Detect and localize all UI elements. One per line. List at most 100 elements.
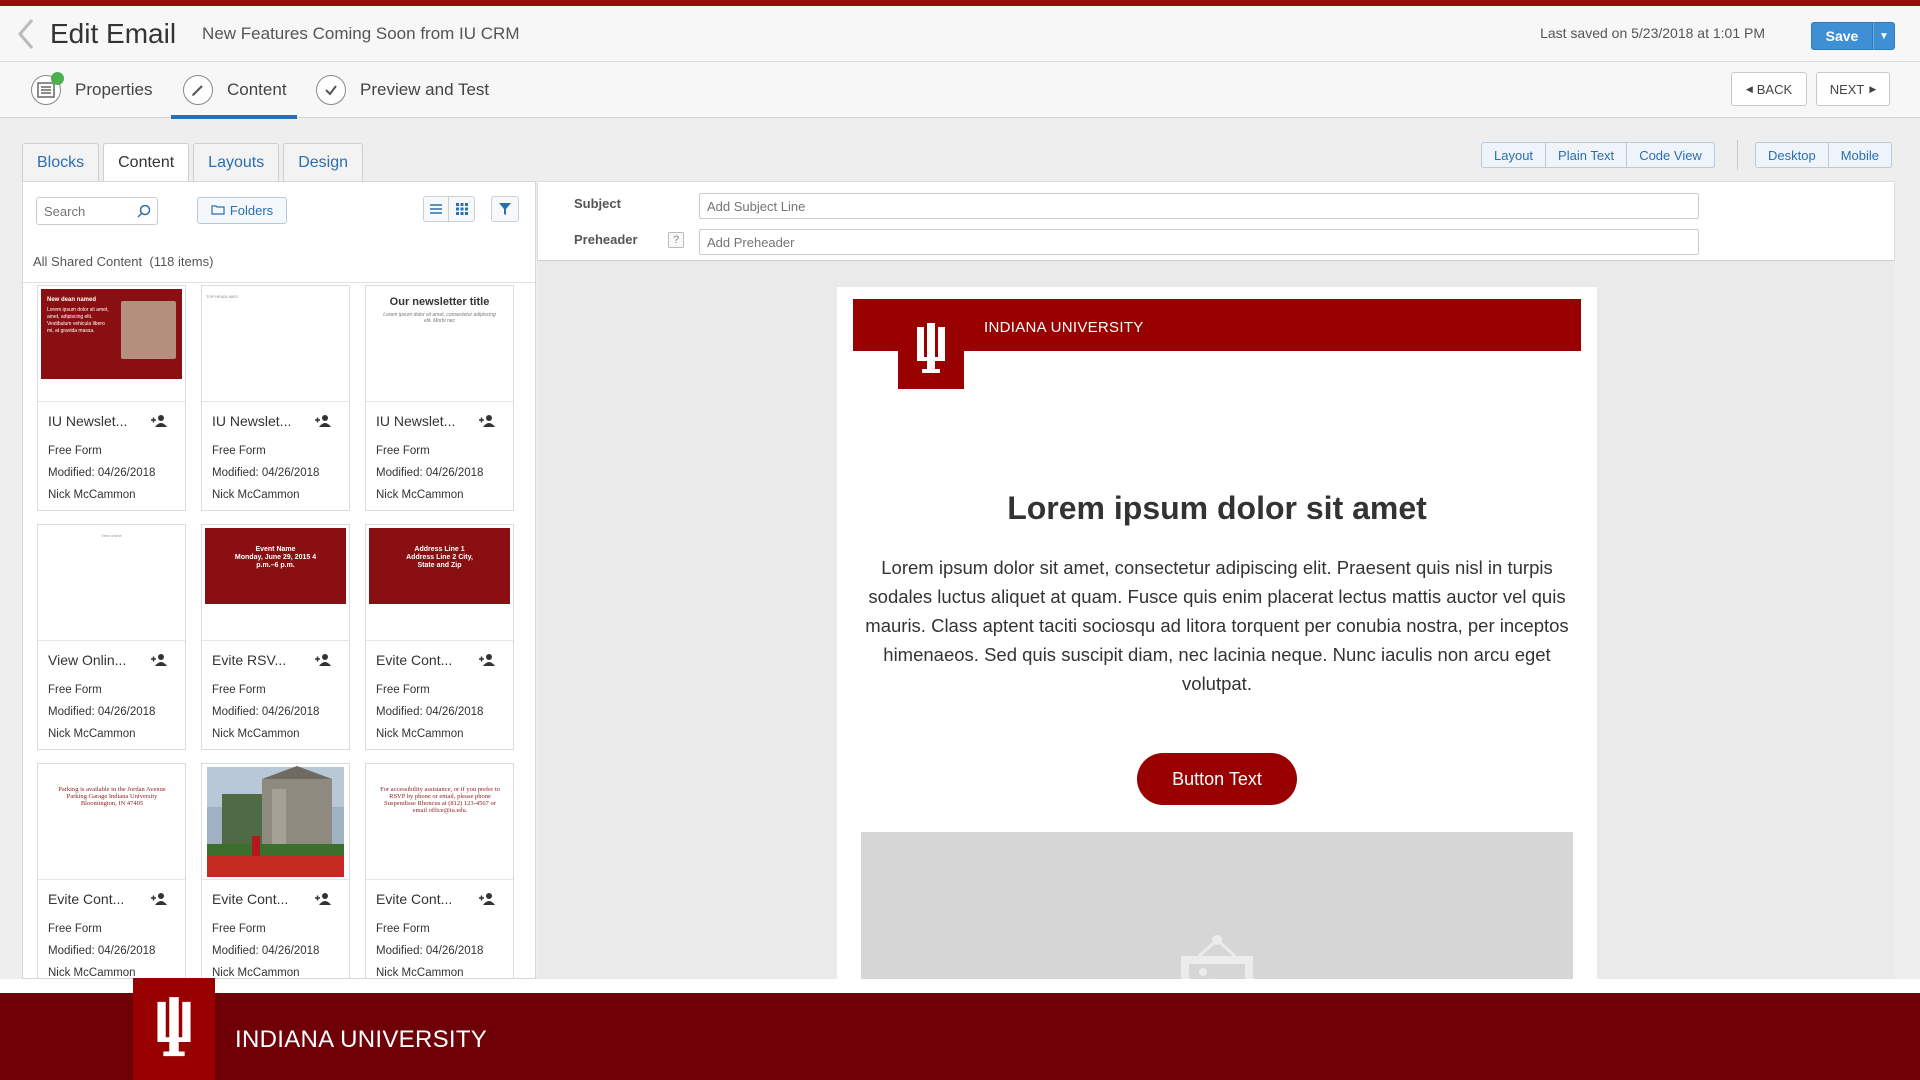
back-button[interactable]: ◀ BACK [1731,72,1807,106]
item-type: Free Form [376,684,430,696]
plain-text-view-button[interactable]: Plain Text [1546,142,1628,168]
page-title: Edit Email [50,17,177,49]
next-button[interactable]: NEXT ▶ [1816,72,1890,106]
step-label: Properties [75,80,153,99]
email-headline[interactable]: Lorem ipsum dolor sit amet [837,490,1597,527]
save-button[interactable]: Save [1811,22,1873,50]
item-author: Nick McCammon [48,489,136,501]
library-item[interactable]: New dean named Lorem ipsum dolor sit ame… [37,285,186,511]
library-tabs: Blocks Content Layouts Design [22,143,367,182]
layout-view-button[interactable]: Layout [1481,142,1547,168]
caret-down-icon: ▼ [1879,30,1889,42]
save-dropdown-button[interactable]: ▼ [1873,22,1895,50]
editor-toolbar: Layout Plain Text Code View Desktop Mobi… [537,118,1920,180]
content-library-panel: Folders All Shared Content (118 items) N… [22,181,536,979]
step-properties[interactable]: Properties [31,62,152,118]
search-input[interactable] [44,203,134,219]
item-title: Evite Cont... [48,891,125,907]
subject-input[interactable] [699,193,1699,219]
item-author: Nick McCammon [376,489,464,501]
iu-brand-text: INDIANA UNIVERSITY [984,319,1144,336]
item-author: Nick McCammon [212,489,300,501]
library-item[interactable]: Address Line 1 Address Line 2 City, Stat… [365,524,514,750]
library-item[interactable]: Evite Cont... Free Form Modified: 04/26/… [201,763,350,979]
item-title: Evite RSV... [212,652,287,668]
item-type: Free Form [376,445,430,457]
preheader-input[interactable] [699,229,1699,255]
item-thumbnail: TOP HEADLINES [202,286,349,402]
folders-button[interactable]: Folders [197,197,287,224]
library-item[interactable]: TOP HEADLINES IU Newslet... Free Form Mo… [201,285,350,511]
email-name: New Features Coming Soon from IU CRM [202,23,520,43]
item-modified: Modified: 04/26/2018 [48,706,156,718]
item-type: Free Form [48,684,102,696]
email-canvas: INDIANA UNIVERSITY Lorem ipsum dolor sit… [537,261,1895,979]
iu-trident-logo [133,978,215,1080]
footer-brand-text: INDIANA UNIVERSITY [235,1026,488,1053]
library-item[interactable]: View online View Onlin... Free Form Modi… [37,524,186,750]
caret-right-icon: ▶ [1869,83,1877,94]
divider [23,282,535,283]
shared-users-icon [478,414,496,433]
shared-users-icon [478,892,496,911]
thumbnail-red-banner: Event Name Monday, June 29, 2015 4 p.m.–… [205,528,346,604]
tab-content[interactable]: Content [103,143,190,182]
item-thumbnail: For accessibility assistance, or if you … [366,764,513,880]
pencil-icon [183,75,213,105]
item-modified: Modified: 04/26/2018 [48,945,156,957]
filter-icon[interactable] [491,196,519,222]
desktop-preview-button[interactable]: Desktop [1755,142,1829,168]
app-header: Edit Email New Features Coming Soon from… [0,6,1920,62]
email-body-preview[interactable]: INDIANA UNIVERSITY Lorem ipsum dolor sit… [837,287,1597,979]
item-thumbnail: Our newsletter title Lorem ipsum dolor s… [366,286,513,402]
step-label: Preview and Test [360,80,490,99]
search-icon[interactable] [137,204,151,221]
item-author: Nick McCammon [212,728,300,740]
item-title: View Onlin... [48,652,127,668]
image-placeholder-icon [1181,935,1253,979]
shared-users-icon [478,653,496,672]
item-author: Nick McCammon [48,967,136,979]
email-cta-button[interactable]: Button Text [1137,753,1297,805]
view-mode-toggle: Layout Plain Text Code View [1481,142,1715,168]
subject-label: Subject [574,196,621,211]
shared-users-icon [314,414,332,433]
item-author: Nick McCammon [376,967,464,979]
mobile-preview-button[interactable]: Mobile [1828,142,1892,168]
tab-blocks[interactable]: Blocks [22,143,100,181]
save-button-group: Save ▼ [1811,22,1895,50]
library-search[interactable] [36,197,158,225]
item-modified: Modified: 04/26/2018 [376,706,484,718]
item-type: Free Form [48,923,102,935]
footer-spacer [0,979,1920,993]
step-content[interactable]: Content [171,62,297,119]
thumbnail-red-banner: Address Line 1 Address Line 2 City, Stat… [369,528,510,604]
tab-design[interactable]: Design [283,143,364,181]
shared-users-icon [314,653,332,672]
code-view-button[interactable]: Code View [1627,142,1715,168]
iu-header-band[interactable]: INDIANA UNIVERSITY [853,299,1581,389]
library-item[interactable]: Event Name Monday, June 29, 2015 4 p.m.–… [201,524,350,750]
library-item[interactable]: Our newsletter title Lorem ipsum dolor s… [365,285,514,511]
shared-users-icon [150,892,168,911]
item-author: Nick McCammon [48,728,136,740]
library-item[interactable]: For accessibility assistance, or if you … [365,763,514,979]
item-author: Nick McCammon [212,967,300,979]
item-thumbnail: Address Line 1 Address Line 2 City, Stat… [366,525,513,641]
list-view-icon[interactable] [423,196,449,222]
step-preview-and-test[interactable]: Preview and Test [316,62,489,118]
thumbnail-photo [121,301,176,359]
preheader-label: Preheader [574,232,638,247]
tab-layouts[interactable]: Layouts [193,143,280,181]
item-type: Free Form [212,445,266,457]
iu-trident-logo [898,311,964,389]
item-thumbnail: New dean named Lorem ipsum dolor sit ame… [38,286,185,402]
email-paragraph[interactable]: Lorem ipsum dolor sit amet, consectetur … [863,553,1571,698]
back-chevron-icon[interactable] [6,6,46,62]
item-modified: Modified: 04/26/2018 [212,945,320,957]
image-placeholder[interactable] [861,832,1573,979]
help-icon[interactable]: ? [668,232,684,248]
library-item[interactable]: Parking is available in the Jordan Avenu… [37,763,186,979]
item-thumbnail [202,764,349,880]
grid-view-icon[interactable] [449,196,475,222]
